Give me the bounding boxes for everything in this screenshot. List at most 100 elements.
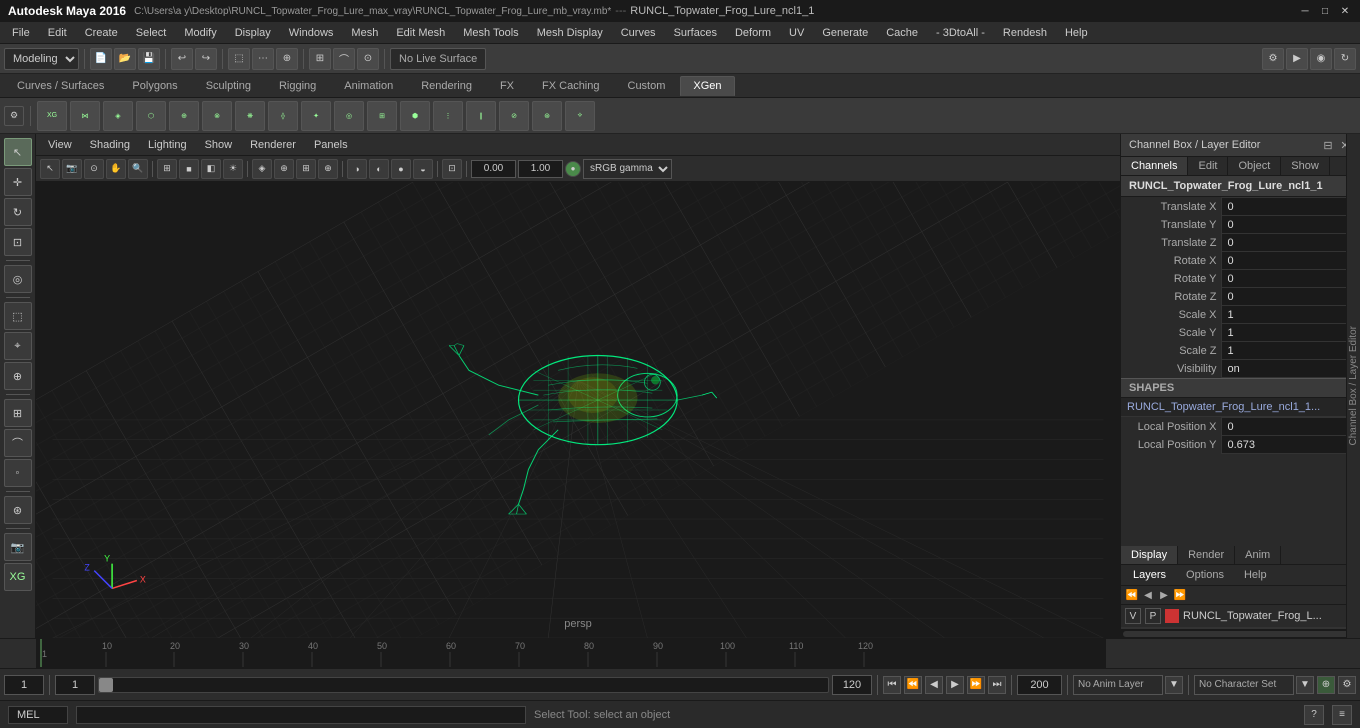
tab-custom[interactable]: Custom: [615, 76, 679, 96]
xgen-btn11[interactable]: ⊞: [367, 101, 397, 131]
menu-edit[interactable]: Edit: [40, 25, 75, 41]
max-end-input[interactable]: [1017, 675, 1062, 695]
vt-btn-orbit[interactable]: ⊙: [84, 159, 104, 179]
range-end-input[interactable]: [832, 675, 872, 695]
ch-tab-show[interactable]: Show: [1281, 157, 1330, 175]
vt-resolve-btn[interactable]: ⊕: [274, 159, 294, 179]
xgen-btn13[interactable]: ⋮: [433, 101, 463, 131]
vt-shadow-btn[interactable]: ◑: [347, 159, 367, 179]
menu-curves[interactable]: Curves: [613, 25, 664, 41]
ch-value-rotate-x[interactable]: 0: [1221, 252, 1360, 270]
xgen-btn15[interactable]: ⊘: [499, 101, 529, 131]
vt-btn-pan[interactable]: ✋: [106, 159, 126, 179]
tc-goto-start[interactable]: ⏮: [883, 676, 901, 694]
xgen-btn9[interactable]: ✦: [301, 101, 331, 131]
tc-step-back[interactable]: ⏪: [904, 676, 922, 694]
layer-next2-btn[interactable]: ⏩: [1173, 588, 1187, 602]
dt-tab-anim[interactable]: Anim: [1235, 546, 1281, 564]
snap-grid-button[interactable]: ⊞: [309, 48, 331, 70]
vp-show-menu[interactable]: Show: [197, 137, 241, 153]
ch-value-local-pos-y[interactable]: 0.673: [1221, 436, 1360, 454]
ipr-button[interactable]: ◉: [1310, 48, 1332, 70]
vp-view-menu[interactable]: View: [40, 137, 80, 153]
vp-panels-menu[interactable]: Panels: [306, 137, 356, 153]
channel-box-expand[interactable]: ⊟: [1321, 138, 1335, 152]
attribute-editor-strip[interactable]: Channel Box / Layer Editor: [1346, 134, 1360, 638]
vp-lighting-menu[interactable]: Lighting: [140, 137, 195, 153]
xgen-btn3[interactable]: ◈: [103, 101, 133, 131]
ch-value-scale-y[interactable]: 1: [1221, 324, 1360, 342]
marquee-lt[interactable]: ⬚: [4, 302, 32, 330]
menu-generate[interactable]: Generate: [814, 25, 876, 41]
ch-value-local-pos-x[interactable]: 0: [1221, 418, 1360, 436]
layer-playback-toggle[interactable]: P: [1145, 608, 1161, 624]
menu-edit-mesh[interactable]: Edit Mesh: [388, 25, 453, 41]
dt-tab-render[interactable]: Render: [1178, 546, 1235, 564]
tc-goto-end[interactable]: ⏭: [988, 676, 1006, 694]
menu-3dtall[interactable]: - 3DtoAll -: [928, 25, 993, 41]
snap-curve-button[interactable]: ⌒: [333, 48, 355, 70]
vt-exposure-input[interactable]: [471, 160, 516, 178]
vt-snap-btn[interactable]: ⊡: [442, 159, 462, 179]
ch-value-translate-x[interactable]: 0: [1221, 198, 1360, 216]
vt-light-btn[interactable]: ☀: [223, 159, 243, 179]
lasso-lt[interactable]: ⌖: [4, 332, 32, 360]
tab-xgen[interactable]: XGen: [680, 76, 734, 96]
tab-fx-caching[interactable]: FX Caching: [529, 76, 612, 96]
tab-fx[interactable]: FX: [487, 76, 527, 96]
soft-select-lt[interactable]: ◎: [4, 265, 32, 293]
lyr-tab-options[interactable]: Options: [1178, 567, 1232, 583]
ch-value-translate-z[interactable]: 0: [1221, 234, 1360, 252]
shapes-name[interactable]: RUNCL_Topwater_Frog_Lure_ncl1_1...: [1121, 398, 1360, 417]
menu-rendesh[interactable]: Rendesh: [995, 25, 1055, 41]
render-button[interactable]: ▶: [1286, 48, 1308, 70]
xgen-btn7[interactable]: ❋: [235, 101, 265, 131]
menu-help[interactable]: Help: [1057, 25, 1096, 41]
mel-input[interactable]: [76, 706, 526, 724]
xgen-btn16[interactable]: ⊛: [532, 101, 562, 131]
anim-layer-dropdown[interactable]: ▼: [1165, 676, 1183, 694]
tab-sculpting[interactable]: Sculpting: [193, 76, 264, 96]
ch-value-scale-x[interactable]: 1: [1221, 306, 1360, 324]
menu-select[interactable]: Select: [128, 25, 175, 41]
status-help-btn[interactable]: ?: [1304, 705, 1324, 725]
workspace-dropdown[interactable]: Modeling: [4, 48, 79, 70]
xgen-btn1[interactable]: XG: [37, 101, 67, 131]
ch-value-visibility[interactable]: on: [1221, 360, 1360, 378]
xgen-btn12[interactable]: ⬢: [400, 101, 430, 131]
paint-sel-lt[interactable]: ⊕: [4, 362, 32, 390]
maximize-button[interactable]: □: [1318, 4, 1332, 18]
menu-file[interactable]: File: [4, 25, 38, 41]
tc-play-back[interactable]: ◀: [925, 676, 943, 694]
scale-tool-lt[interactable]: ⊡: [4, 228, 32, 256]
menu-uv[interactable]: UV: [781, 25, 812, 41]
vt-solid-btn[interactable]: ■: [179, 159, 199, 179]
tab-polygons[interactable]: Polygons: [119, 76, 190, 96]
lyr-tab-layers[interactable]: Layers: [1125, 567, 1174, 583]
open-scene-button[interactable]: 📂: [114, 48, 136, 70]
paint-button[interactable]: ⊕: [276, 48, 298, 70]
tab-animation[interactable]: Animation: [331, 76, 406, 96]
minimize-button[interactable]: ─: [1298, 4, 1312, 18]
xgen-tool-lt[interactable]: XG: [4, 563, 32, 591]
ch-value-rotate-z[interactable]: 0: [1221, 288, 1360, 306]
vt-grid-btn[interactable]: ⊞: [296, 159, 316, 179]
vt-btn-select[interactable]: ↖: [40, 159, 60, 179]
layer-prev2-btn[interactable]: ◀: [1141, 588, 1155, 602]
xgen-btn14[interactable]: ∥: [466, 101, 496, 131]
shelf-settings-button[interactable]: ⚙: [4, 106, 24, 126]
select-tool-lt[interactable]: ↖: [4, 138, 32, 166]
tab-rendering[interactable]: Rendering: [408, 76, 485, 96]
layer-next-btn[interactable]: ▶: [1157, 588, 1171, 602]
timeline-track[interactable]: [98, 677, 829, 693]
vt-aa-btn[interactable]: ◒: [413, 159, 433, 179]
vt-wireframe-btn[interactable]: ⊞: [157, 159, 177, 179]
tc-settings-btn[interactable]: ⚙: [1338, 676, 1356, 694]
vp-renderer-menu[interactable]: Renderer: [242, 137, 304, 153]
lyr-tab-help[interactable]: Help: [1236, 567, 1275, 583]
menu-cache[interactable]: Cache: [878, 25, 926, 41]
menu-surfaces[interactable]: Surfaces: [666, 25, 725, 41]
xgen-btn4[interactable]: ⬡: [136, 101, 166, 131]
current-frame-input[interactable]: [4, 675, 44, 695]
tab-curves-surfaces[interactable]: Curves / Surfaces: [4, 76, 117, 96]
